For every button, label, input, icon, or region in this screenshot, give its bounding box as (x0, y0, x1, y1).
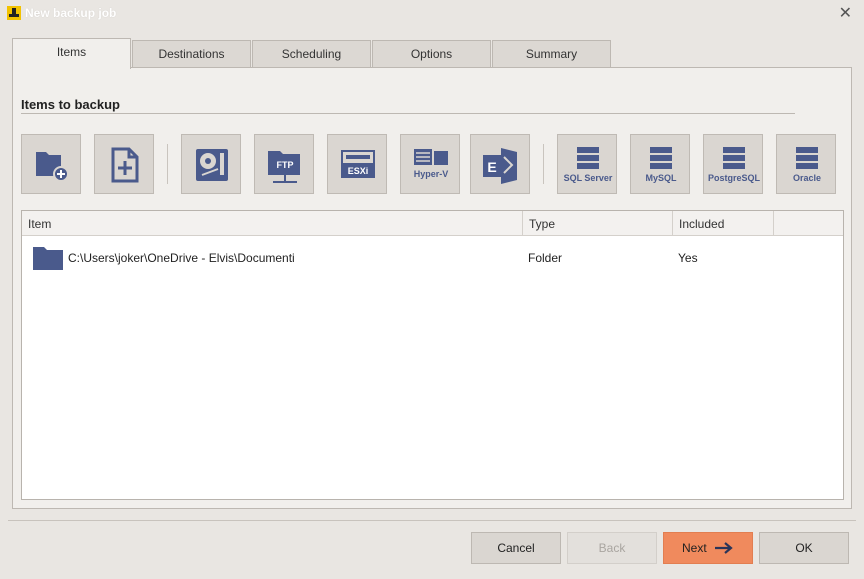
database-icon: MySQL (645, 147, 677, 183)
column-header-item[interactable]: Item (22, 211, 523, 236)
ftp-button[interactable]: FTP (254, 134, 314, 194)
add-file-icon (111, 147, 139, 183)
mysql-button[interactable]: MySQL (630, 134, 690, 194)
exchange-label: E (487, 159, 496, 175)
back-button[interactable]: Back (567, 532, 657, 564)
section-title: Items to backup (21, 97, 120, 112)
database-icon: PostgreSQL (708, 147, 761, 183)
item-type: Folder (528, 251, 563, 265)
oracle-button[interactable]: Oracle (776, 134, 836, 194)
tab-items[interactable]: Items (12, 38, 131, 69)
column-header-included[interactable]: Included (673, 211, 774, 236)
add-file-button[interactable] (94, 134, 154, 194)
postgresql-button[interactable]: PostgreSQL (703, 134, 763, 194)
disk-image-button[interactable] (181, 134, 241, 194)
title-bar: New backup job ✕ (0, 0, 864, 26)
disk-image-icon (196, 149, 228, 181)
next-button[interactable]: Next (663, 532, 753, 564)
hyper-v-label: Hyper-V (414, 169, 449, 179)
ok-button[interactable]: OK (759, 532, 849, 564)
toolbar-separator (543, 144, 544, 184)
ftp-label: FTP (277, 160, 294, 170)
oracle-label: Oracle (793, 173, 821, 183)
item-included: Yes (678, 251, 698, 265)
exchange-icon: E (483, 148, 517, 184)
app-logo-icon (7, 6, 21, 20)
ftp-icon: FTP (268, 151, 300, 183)
close-icon[interactable]: ✕ (839, 3, 852, 23)
sql-server-label: SQL Server (564, 173, 613, 183)
arrow-right-icon (715, 542, 733, 554)
tab-summary[interactable]: Summary (492, 40, 611, 68)
esxi-label: ESXi (348, 166, 369, 176)
add-folder-icon (36, 152, 69, 182)
database-icon: Oracle (793, 147, 821, 183)
mysql-label: MySQL (645, 173, 677, 183)
tab-options[interactable]: Options (372, 40, 491, 68)
sql-server-button[interactable]: SQL Server (557, 134, 617, 194)
add-folder-button[interactable] (21, 134, 81, 194)
next-label: Next (681, 541, 707, 555)
footer-divider (8, 520, 856, 521)
table-row[interactable]: C:\Users\joker\OneDrive - Elvis\Document… (22, 237, 843, 279)
esxi-icon: ESXi (341, 150, 375, 178)
items-toolbar: FTP ESXi Hyper-V E SQL Server MySQL Post… (21, 134, 841, 194)
esxi-button[interactable]: ESXi (327, 134, 387, 194)
database-icon: SQL Server (564, 147, 613, 183)
window-title: New backup job (25, 6, 117, 20)
grid-header: Item Type Included (22, 211, 843, 236)
items-grid[interactable]: Item Type Included C:\Users\joker\OneDri… (21, 210, 844, 500)
cancel-button[interactable]: Cancel (471, 532, 561, 564)
postgresql-label: PostgreSQL (708, 173, 761, 183)
tab-scheduling[interactable]: Scheduling (252, 40, 371, 68)
folder-icon (33, 247, 63, 270)
item-path: C:\Users\joker\OneDrive - Elvis\Document… (68, 251, 295, 265)
items-tab-panel: Items to backup FTP ESXi Hyper-V E SQL S… (12, 67, 852, 509)
hyper-v-icon: Hyper-V (414, 149, 449, 179)
toolbar-separator (167, 144, 168, 184)
column-header-type[interactable]: Type (523, 211, 673, 236)
hyper-v-button[interactable]: Hyper-V (400, 134, 460, 194)
section-divider (21, 113, 795, 114)
exchange-button[interactable]: E (470, 134, 530, 194)
tab-destinations[interactable]: Destinations (132, 40, 251, 68)
